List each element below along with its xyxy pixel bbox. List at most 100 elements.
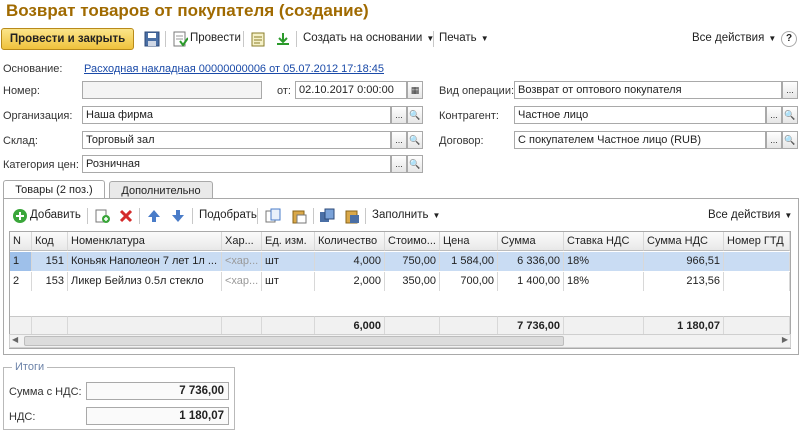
page-title: Возврат товаров от покупателя (создание) xyxy=(6,1,369,20)
gtd-number-cell xyxy=(724,272,790,291)
column-header[interactable]: Ед. изм. xyxy=(262,232,315,251)
date-label: от: xyxy=(277,85,291,97)
column-header[interactable]: Сумма xyxy=(498,232,564,251)
toolbar-separator xyxy=(87,208,88,224)
all-actions-menu[interactable]: Все действия ▼ xyxy=(692,32,776,44)
horizontal-scrollbar[interactable]: ◀ ▶ xyxy=(9,334,791,348)
column-header[interactable]: Код xyxy=(32,232,68,251)
vat-label: НДС: xyxy=(9,411,36,423)
select-button[interactable]: ... xyxy=(391,131,407,149)
post-button[interactable]: Провести xyxy=(190,32,241,44)
search-icon[interactable]: 🔍 xyxy=(782,106,798,124)
column-header[interactable]: N xyxy=(10,232,32,251)
create-based-on-label: Создать на основании xyxy=(303,32,423,44)
move-up-icon[interactable] xyxy=(146,208,162,224)
basis-document-link[interactable]: Расходная накладная 00000000006 от 05.07… xyxy=(84,63,384,75)
download-icon[interactable] xyxy=(275,31,291,47)
copy-row-icon[interactable] xyxy=(94,208,110,224)
create-based-on-menu[interactable]: Создать на основании ▼ xyxy=(303,32,434,44)
table-row[interactable]: 2 153 Ликер Бейлиз 0.5л стекло <хар... ш… xyxy=(10,272,790,291)
paste-icon[interactable] xyxy=(291,208,307,224)
column-header[interactable]: Стоимо... xyxy=(385,232,440,251)
paste-rows-icon[interactable] xyxy=(344,208,360,224)
dropdown-caret-icon: ▼ xyxy=(480,34,489,43)
toolbar-separator xyxy=(192,208,193,224)
scrollbar-thumb[interactable] xyxy=(24,336,564,346)
table-footer-row: 6,000 7 736,00 1 180,07 xyxy=(10,316,790,335)
pick-button[interactable]: Подобрать xyxy=(199,209,257,221)
warehouse-label: Склад: xyxy=(3,135,38,147)
goods-table: N Код Номенклатура Хар... Ед. изм. Колич… xyxy=(9,231,791,349)
column-header[interactable]: Хар... xyxy=(222,232,262,251)
cost-cell: 750,00 xyxy=(385,252,440,271)
tab-goods[interactable]: Товары (2 поз.) xyxy=(3,180,105,199)
warehouse-field[interactable]: Торговый зал xyxy=(82,131,391,149)
toolbar-separator xyxy=(365,208,366,224)
scroll-right-icon[interactable]: ▶ xyxy=(782,335,788,344)
copy-icon[interactable] xyxy=(265,208,281,224)
help-button[interactable]: ? xyxy=(781,31,797,47)
toolbar-separator xyxy=(296,31,297,47)
totals-legend: Итоги xyxy=(12,361,48,373)
column-header[interactable]: Сумма НДС xyxy=(644,232,724,251)
sum-cell: 6 336,00 xyxy=(498,252,564,271)
print-menu[interactable]: Печать ▼ xyxy=(439,32,489,44)
column-header[interactable]: Номенклатура xyxy=(68,232,222,251)
select-button[interactable]: ... xyxy=(391,155,407,173)
fill-menu[interactable]: Заполнить ▼ xyxy=(372,209,440,221)
date-field[interactable]: 02.10.2017 0:00:00 xyxy=(295,81,407,99)
move-down-icon[interactable] xyxy=(170,208,186,224)
gtd-number-cell xyxy=(724,252,790,271)
scroll-left-icon[interactable]: ◀ xyxy=(12,335,18,344)
table-all-actions-label: Все действия xyxy=(708,209,781,221)
column-header[interactable]: Номер ГТД xyxy=(724,232,790,251)
post-and-close-button[interactable]: Провести и закрыть xyxy=(1,28,134,50)
counterparty-field[interactable]: Частное лицо xyxy=(514,106,766,124)
toolbar-separator xyxy=(139,208,140,224)
select-button[interactable]: ... xyxy=(766,131,782,149)
toolbar-separator xyxy=(433,31,434,47)
select-button[interactable]: ... xyxy=(391,106,407,124)
post-icon xyxy=(172,31,189,47)
search-icon[interactable]: 🔍 xyxy=(782,131,798,149)
calendar-icon[interactable]: ▦ xyxy=(407,81,423,99)
add-icon[interactable] xyxy=(12,208,28,224)
quantity-cell: 2,000 xyxy=(315,272,385,291)
basis-label: Основание: xyxy=(3,63,63,75)
delete-icon[interactable] xyxy=(118,208,134,224)
price-category-label: Категория цен: xyxy=(3,159,79,171)
search-icon[interactable]: 🔍 xyxy=(407,155,423,173)
price-cell: 1 584,00 xyxy=(440,252,498,271)
contract-field[interactable]: С покупателем Частное лицо (RUB) xyxy=(514,131,766,149)
add-row-button[interactable]: Добавить xyxy=(30,209,81,221)
number-field[interactable] xyxy=(82,81,262,99)
document-journal-icon[interactable] xyxy=(250,31,266,47)
row-number: 2 xyxy=(10,272,32,291)
table-all-actions-menu[interactable]: Все действия ▼ xyxy=(708,209,792,221)
select-button[interactable]: ... xyxy=(766,106,782,124)
sum-with-vat-value: 7 736,00 xyxy=(86,382,229,400)
footer-sum-total: 7 736,00 xyxy=(498,316,564,335)
price-category-field[interactable]: Розничная xyxy=(82,155,391,173)
column-header[interactable]: Цена xyxy=(440,232,498,251)
footer-vat-total: 1 180,07 xyxy=(644,316,724,335)
vat-value: 1 180,07 xyxy=(86,407,229,425)
select-button[interactable]: ... xyxy=(782,81,798,99)
vat-sum-cell: 966,51 xyxy=(644,252,724,271)
tab-additional[interactable]: Дополнительно xyxy=(109,181,213,199)
search-icon[interactable]: 🔍 xyxy=(407,106,423,124)
dropdown-caret-icon: ▼ xyxy=(784,211,793,220)
table-row[interactable]: 1 151 Коньяк Наполеон 7 лет 1л ... <хар.… xyxy=(10,252,790,271)
search-icon[interactable]: 🔍 xyxy=(407,131,423,149)
operation-field[interactable]: Возврат от оптового покупателя xyxy=(514,81,782,99)
copy-rows-icon[interactable] xyxy=(319,208,335,224)
footer-cell xyxy=(32,316,68,335)
organization-field[interactable]: Наша фирма xyxy=(82,106,391,124)
counterparty-label: Контрагент: xyxy=(439,110,499,122)
column-header[interactable]: Количество xyxy=(315,232,385,251)
unit-cell: шт xyxy=(262,252,315,271)
save-icon[interactable] xyxy=(144,31,160,47)
price-cell: 700,00 xyxy=(440,272,498,291)
column-header[interactable]: Ставка НДС xyxy=(564,232,644,251)
characteristic-cell: <хар... xyxy=(222,252,262,271)
